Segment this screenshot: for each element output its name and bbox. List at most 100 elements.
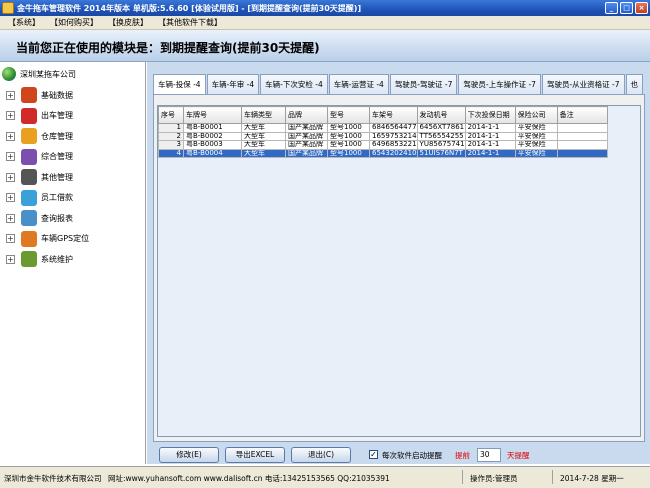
table-cell: 大型车 xyxy=(241,131,286,141)
table-row[interactable]: 4 粤B-B0004 大型车 国产某品牌 型号1000 6543202410 51UIS76… xyxy=(158,148,608,158)
table-cell: 国产某品牌 xyxy=(285,131,328,141)
records-table: 序号 车牌号 车辆类型 品牌 型号 车架号 发动机号 下次投保日期 保险公司 备… xyxy=(158,106,608,158)
navigation-tree: 深圳某拖车公司 + 基础数据 + 出车管理 + 仓库管理 + 综合管理 + 其他管理 + 员工借款 + 查… xyxy=(0,62,146,464)
magnifier-icon xyxy=(21,210,37,226)
col-header[interactable]: 品牌 xyxy=(285,106,328,124)
expand-icon[interactable]: + xyxy=(6,111,15,120)
advance-days-input[interactable]: 30 xyxy=(477,448,501,462)
table-cell: 国产某品牌 xyxy=(285,148,328,158)
expand-icon[interactable]: + xyxy=(6,213,15,223)
exit-button[interactable]: 退出(C) xyxy=(291,447,351,463)
expand-icon[interactable]: + xyxy=(6,90,15,100)
table-row[interactable]: 2 粤B-B0002 大型车 国产某品牌 型号1000 1659753214 TT56554… xyxy=(158,131,608,141)
sidebar-item[interactable]: + 系统维护 xyxy=(6,250,73,268)
status-website: 网址:www.yuhansoft.com www.dalisoft.cn 电话:… xyxy=(108,474,390,483)
sidebar-item[interactable]: + 综合管理 xyxy=(6,148,73,166)
col-header[interactable]: 车架号 xyxy=(369,106,418,124)
table-cell: 型号1000 xyxy=(327,131,370,141)
col-header[interactable]: 下次投保日期 xyxy=(464,106,516,124)
expand-icon[interactable]: + xyxy=(6,152,15,161)
sidebar-item[interactable]: + 员工借款 xyxy=(6,189,73,207)
col-header[interactable]: 车牌号 xyxy=(183,106,242,124)
expand-icon[interactable]: + xyxy=(6,131,15,141)
table-cell: 6456XT7861 xyxy=(416,123,466,133)
table-cell: 大型车 xyxy=(241,140,286,150)
tab-more[interactable]: 也 xyxy=(625,74,644,94)
table-cell xyxy=(556,148,608,158)
tree-root[interactable]: 深圳某拖车公司 xyxy=(2,67,76,81)
status-date: 2014-7-28 星期一 xyxy=(560,474,624,483)
tools-icon xyxy=(21,251,37,267)
sidebar-item[interactable]: + 车辆GPS定位 xyxy=(6,230,89,248)
sidebar-item-label: 出车管理 xyxy=(41,111,73,120)
records-grid[interactable]: 序号 车牌号 车辆类型 品牌 型号 车架号 发动机号 下次投保日期 保险公司 备… xyxy=(157,105,641,437)
table-cell: 平安保险 xyxy=(514,140,558,150)
close-icon[interactable]: × xyxy=(635,2,648,14)
tab-driver-qualification[interactable]: 驾驶员-从业资格证 -7 xyxy=(541,74,625,94)
sidebar-item[interactable]: + 查询报表 xyxy=(6,209,73,227)
table-cell: 平安保险 xyxy=(514,123,558,133)
col-header[interactable]: 车辆类型 xyxy=(241,106,286,124)
expand-icon[interactable]: + xyxy=(6,254,15,264)
sidebar-item[interactable]: + 出车管理 xyxy=(6,107,73,125)
expand-icon[interactable]: + xyxy=(6,193,15,202)
sidebar-item[interactable]: + 基础数据 xyxy=(6,86,73,104)
edit-button[interactable]: 修改(E) xyxy=(159,447,219,463)
minimize-icon[interactable]: _ xyxy=(605,2,618,14)
menu-change-skin[interactable]: 【换皮肤】 xyxy=(108,17,148,28)
table-cell: 平安保险 xyxy=(514,148,558,158)
tab-driver-operation-cert[interactable]: 驾驶员-上车操作证 -7 xyxy=(458,74,541,94)
tab-panel: 序号 车牌号 车辆类型 品牌 型号 车架号 发动机号 下次投保日期 保险公司 备… xyxy=(153,94,645,442)
table-header-row: 序号 车牌号 车辆类型 品牌 型号 车架号 发动机号 下次投保日期 保险公司 备… xyxy=(158,106,608,124)
expand-icon[interactable]: + xyxy=(6,234,15,243)
menu-system[interactable]: 【系统】 xyxy=(8,17,40,28)
sidebar-item[interactable]: + 其他管理 xyxy=(6,168,73,186)
current-module-text: 当前您正在使用的模块是：到期提醒查询(提前30天提醒) xyxy=(16,41,320,55)
col-header[interactable]: 保险公司 xyxy=(514,106,558,124)
advance-label: 提前 xyxy=(455,451,470,460)
sidebar-item-label: 其他管理 xyxy=(41,172,73,182)
sidebar-item[interactable]: + 仓库管理 xyxy=(6,127,73,145)
tab-driver-license[interactable]: 驾驶员-驾驶证 -7 xyxy=(389,74,458,94)
table-cell: 6846564477 xyxy=(369,123,418,133)
menu-how-to-buy[interactable]: 【如何购买】 xyxy=(50,17,98,28)
tab-vehicle-insurance[interactable]: 车辆-投保 -4 xyxy=(153,74,206,95)
maximize-icon[interactable]: □ xyxy=(620,2,633,14)
table-cell: 51UIS76N7T xyxy=(416,148,466,158)
status-company: 深圳市金牛软件技术有限公司 xyxy=(4,474,102,483)
table-cell: 6543202410 xyxy=(369,148,418,158)
col-header[interactable]: 序号 xyxy=(158,106,184,124)
main-area: 车辆-投保 -4 车辆-年审 -4 车辆-下次安检 -4 车辆-运营证 -4 驾… xyxy=(147,62,650,464)
table-cell: 粤B-B0003 xyxy=(183,140,242,150)
table-cell: 型号1000 xyxy=(327,148,370,158)
table-cell: 2014-1-1 xyxy=(464,131,516,141)
days-reminder-label: 天提醒 xyxy=(507,451,530,460)
tab-strip: 车辆-投保 -4 车辆-年审 -4 车辆-下次安检 -4 车辆-运营证 -4 驾… xyxy=(153,74,644,95)
table-cell: 4 xyxy=(158,148,184,158)
table-cell: 型号1000 xyxy=(327,140,370,150)
table-cell xyxy=(556,123,608,133)
col-header[interactable]: 型号 xyxy=(327,106,370,124)
tab-vehicle-safety-check[interactable]: 车辆-下次安检 -4 xyxy=(260,74,328,94)
tab-vehicle-operating-permit[interactable]: 车辆-运营证 -4 xyxy=(328,74,389,94)
table-cell: TT56554255 xyxy=(416,131,466,141)
table-cell: 大型车 xyxy=(241,148,286,158)
sidebar-item-label: 员工借款 xyxy=(41,193,73,202)
col-header[interactable]: 发动机号 xyxy=(416,106,466,124)
table-cell: 2014-1-1 xyxy=(464,148,516,158)
tab-vehicle-annual-review[interactable]: 车辆-年审 -4 xyxy=(206,74,260,94)
table-cell: 国产某品牌 xyxy=(285,123,328,133)
table-row[interactable]: 1 粤B-B0001 大型车 国产某品牌 型号1000 6846564477 6456XT7… xyxy=(158,123,608,133)
table-row[interactable]: 3 粤B-B0003 大型车 国产某品牌 型号1000 6496853221 YU85675… xyxy=(158,140,608,150)
database-icon xyxy=(21,87,37,103)
expand-icon[interactable]: + xyxy=(6,172,15,182)
col-header[interactable]: 备注 xyxy=(556,106,608,124)
export-excel-button[interactable]: 导出EXCEL xyxy=(225,447,285,463)
table-cell: YU85675741 xyxy=(416,140,466,150)
table-cell: 2014-1-1 xyxy=(464,140,516,150)
table-cell: 平安保险 xyxy=(514,131,558,141)
table-cell: 6496853221 xyxy=(369,140,418,150)
window-titlebar: 金牛拖车管理软件 2014年版本 单机版:5.6.60 [体验试用版] - [到… xyxy=(0,0,650,16)
startup-reminder-checkbox[interactable]: ✓ xyxy=(369,450,378,459)
menu-other-downloads[interactable]: 【其他软件下载】 xyxy=(158,17,222,28)
